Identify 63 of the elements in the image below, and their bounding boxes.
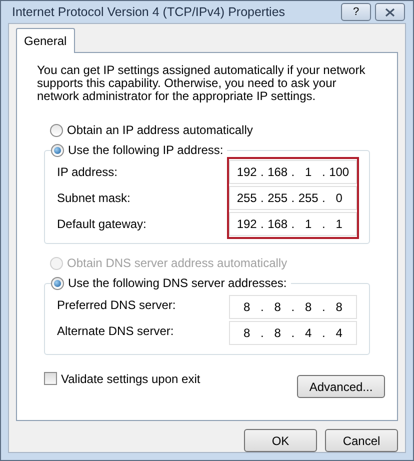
radio-label: Use the following DNS server addresses:: [68, 275, 287, 292]
octet-value: 1: [304, 164, 313, 181]
octet-separator: .: [291, 190, 295, 207]
octet-value: 100: [328, 164, 350, 181]
octet-separator: .: [291, 164, 295, 181]
octet-separator: .: [260, 190, 264, 207]
octet-value: 255: [297, 190, 320, 207]
dialog-button[interactable]: Cancel: [325, 429, 398, 452]
help-button[interactable]: ?: [341, 3, 371, 21]
octet-value: 8: [242, 325, 252, 342]
octet-separator: .: [322, 299, 326, 316]
checkbox-label: Validate settings upon exit: [61, 370, 200, 388]
octet-value: 255: [236, 190, 258, 207]
ip-address-field[interactable]: 192 . 168 . 1 . 100: [229, 160, 357, 184]
octet-value: 8: [334, 299, 344, 316]
octet-separator: .: [291, 216, 295, 233]
ip-address-field[interactable]: 192 . 168 . 1 . 1: [229, 212, 357, 236]
octet-separator: .: [322, 164, 326, 181]
checkbox[interactable]: [44, 372, 57, 385]
radio-button[interactable]: [50, 124, 63, 136]
octet-value: 8: [242, 299, 252, 316]
octet-separator: .: [291, 299, 295, 316]
octet-value: 168: [266, 216, 289, 233]
field-label: Default gateway:: [57, 216, 146, 233]
ip-address-field[interactable]: 255 . 255 . 255 . 0: [229, 186, 357, 210]
octet-value: 4: [334, 325, 344, 342]
close-button[interactable]: [375, 3, 405, 21]
intro-text: You can get IP settings assigned automatically if your network supports this capability. Otherwise, you need to ask your network administrator for the appropriate IP settings.: [36, 64, 366, 103]
dialog-button[interactable]: OK: [244, 429, 317, 452]
octet-value: 1: [304, 216, 313, 233]
octet-value: 8: [273, 299, 282, 316]
octet-separator: .: [322, 216, 326, 233]
window-title: Internet Protocol Version 4 (TCP/IPv4) Properties: [12, 4, 286, 21]
octet-value: 8: [304, 299, 313, 316]
octet-value: 168: [266, 164, 289, 181]
radio-button[interactable]: [51, 276, 64, 290]
octet-separator: .: [322, 190, 326, 207]
octet-separator: .: [322, 325, 326, 342]
radio-label: Obtain DNS server address automatically: [67, 255, 288, 272]
octet-value: 255: [266, 190, 289, 207]
octet-separator: .: [260, 325, 264, 342]
field-label: IP address:: [57, 164, 118, 181]
field-label: Subnet mask:: [57, 190, 130, 207]
advanced-button[interactable]: Advanced...: [297, 375, 385, 398]
radio-button[interactable]: [51, 144, 64, 156]
ip-address-field[interactable]: 8 . 8 . 8 . 8: [229, 295, 357, 319]
octet-value: 1: [334, 216, 344, 233]
octet-value: 192: [236, 216, 258, 233]
radio-label: Use the following IP address:: [68, 142, 224, 159]
octet-value: 192: [236, 164, 258, 181]
ip-address-field[interactable]: 8 . 8 . 4 . 4: [229, 321, 357, 345]
octet-separator: .: [260, 216, 264, 233]
octet-value: 0: [334, 190, 344, 207]
octet-value: 8: [273, 325, 282, 342]
octet-separator: .: [260, 164, 264, 181]
field-label: Alternate DNS server:: [57, 323, 174, 340]
octet-separator: .: [260, 299, 264, 316]
tab[interactable]: General: [16, 28, 75, 53]
octet-separator: .: [291, 325, 295, 342]
octet-value: 4: [304, 325, 313, 342]
field-label: Preferred DNS server:: [57, 297, 176, 314]
radio-label: Obtain an IP address automatically: [67, 122, 253, 139]
close-icon: [385, 8, 395, 16]
